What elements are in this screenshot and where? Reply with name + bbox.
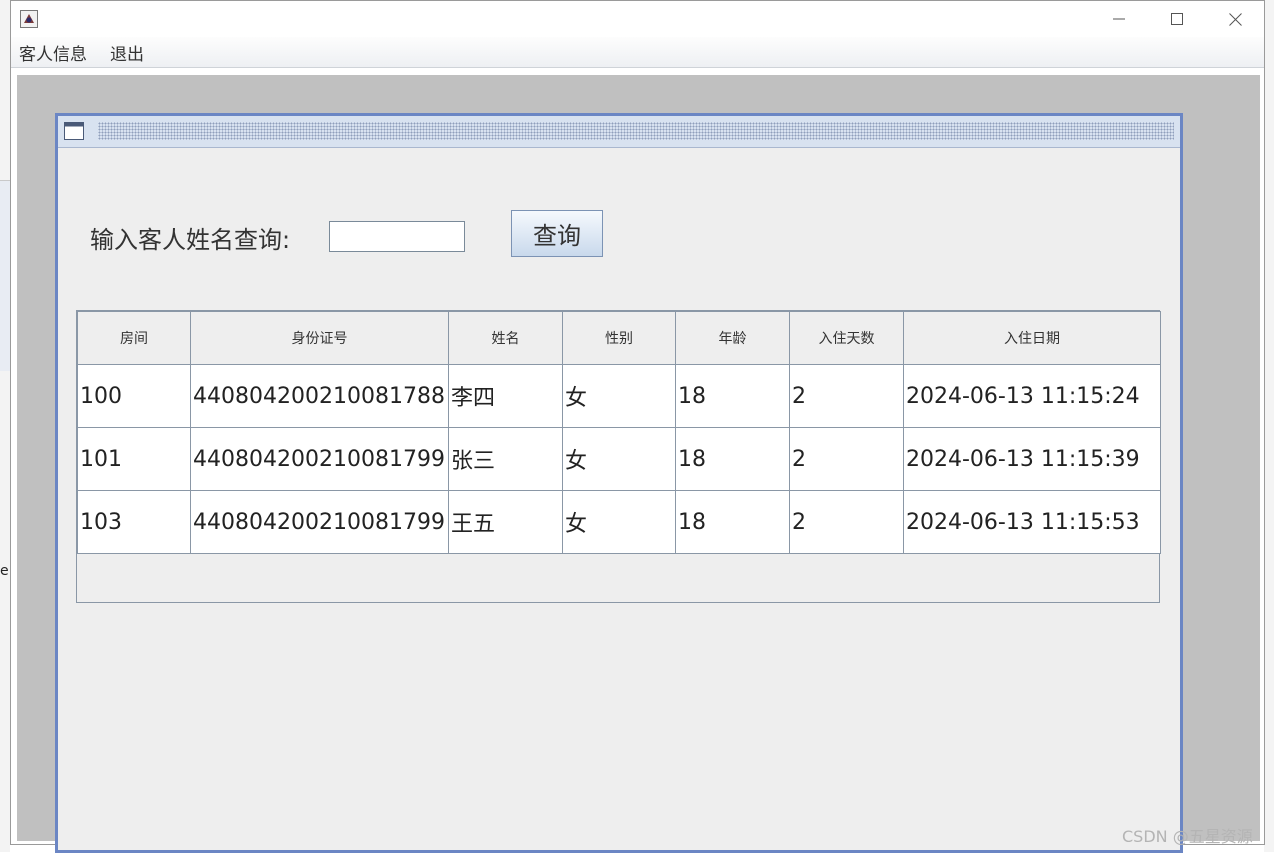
watermark: CSDN @五星资源 xyxy=(1122,827,1253,846)
table-row[interactable]: 101 440804200210081799 张三 女 18 2 2024-06… xyxy=(77,427,1161,491)
query-button[interactable]: 查询 xyxy=(511,210,603,257)
table-cell[interactable]: 18 xyxy=(675,364,790,428)
table-cell[interactable]: 18 xyxy=(675,427,790,491)
table-cell[interactable]: 440804200210081799 xyxy=(190,427,449,491)
table-cell[interactable]: 张三 xyxy=(448,427,563,491)
title-bar-grip xyxy=(98,122,1174,140)
table-header-row: 房间 身份证号 姓名 性别 年龄 入住天数 入住日期 xyxy=(77,311,1161,365)
java-app-icon xyxy=(20,10,38,28)
table-cell[interactable]: 440804200210081799 xyxy=(190,490,449,554)
maximize-icon xyxy=(1171,13,1183,25)
column-header-id-number[interactable]: 身份证号 xyxy=(190,311,449,365)
menu-guest-info[interactable]: 客人信息 xyxy=(19,40,87,65)
table-cell[interactable]: 2024-06-13 11:15:24 xyxy=(903,364,1161,428)
close-button[interactable] xyxy=(1212,5,1258,33)
background-window-left xyxy=(0,0,10,852)
table-cell[interactable]: 女 xyxy=(562,427,676,491)
guest-table-scroll-pane[interactable]: 房间 身份证号 姓名 性别 年龄 入住天数 入住日期 100 440804200 xyxy=(76,310,1161,603)
column-header-name[interactable]: 姓名 xyxy=(448,311,563,365)
background-window-panel xyxy=(0,180,10,371)
guest-name-input[interactable] xyxy=(329,221,465,252)
column-header-checkin-date[interactable]: 入住日期 xyxy=(903,311,1161,365)
query-label: 输入客人姓名查询: xyxy=(90,226,291,254)
table-cell[interactable]: 王五 xyxy=(448,490,563,554)
guest-query-internal-frame: 输入客人姓名查询: 查询 房间 身份证号 姓名 性别 年龄 入住天数 入住日期 … xyxy=(55,113,1183,853)
desktop-pane: 输入客人姓名查询: 查询 房间 身份证号 姓名 性别 年龄 入住天数 入住日期 … xyxy=(17,75,1260,853)
title-bar xyxy=(11,1,1264,37)
menu-bar: 客人信息 退出 xyxy=(11,37,1264,68)
table-cell[interactable]: 103 xyxy=(77,490,191,554)
table-cell[interactable]: 李四 xyxy=(448,364,563,428)
main-window: 客人信息 退出 输入客人姓名查询: 查询 房间 身份证号 姓名 性别 年龄 入住… xyxy=(10,0,1265,853)
table-cell[interactable]: 2024-06-13 11:15:39 xyxy=(903,427,1161,491)
table-cell[interactable]: 2 xyxy=(789,364,904,428)
maximize-button[interactable] xyxy=(1154,5,1200,33)
column-header-room[interactable]: 房间 xyxy=(77,311,191,365)
table-cell[interactable]: 女 xyxy=(562,490,676,554)
minimize-button[interactable] xyxy=(1096,5,1142,33)
table-cell[interactable]: 100 xyxy=(77,364,191,428)
guest-table: 房间 身份证号 姓名 性别 年龄 入住天数 入住日期 100 440804200 xyxy=(77,311,1161,554)
internal-frame-title-bar[interactable] xyxy=(58,116,1180,148)
frame-window-icon xyxy=(64,122,84,140)
table-cell[interactable]: 女 xyxy=(562,364,676,428)
background-window-text: e xyxy=(0,563,9,579)
table-row[interactable]: 100 440804200210081788 李四 女 18 2 2024-06… xyxy=(77,364,1161,428)
close-icon xyxy=(1228,12,1242,26)
menu-exit[interactable]: 退出 xyxy=(110,40,144,65)
column-header-age[interactable]: 年龄 xyxy=(675,311,790,365)
column-header-days[interactable]: 入住天数 xyxy=(789,311,904,365)
table-cell[interactable]: 18 xyxy=(675,490,790,554)
column-header-gender[interactable]: 性别 xyxy=(562,311,676,365)
table-cell[interactable]: 2 xyxy=(789,427,904,491)
table-cell[interactable]: 2024-06-13 11:15:53 xyxy=(903,490,1161,554)
table-cell[interactable]: 101 xyxy=(77,427,191,491)
table-cell[interactable]: 2 xyxy=(789,490,904,554)
background-window-right xyxy=(1264,0,1274,852)
table-row[interactable]: 103 440804200210081799 王五 女 18 2 2024-06… xyxy=(77,490,1161,554)
minimize-icon xyxy=(1113,18,1125,20)
table-cell[interactable]: 440804200210081788 xyxy=(190,364,449,428)
